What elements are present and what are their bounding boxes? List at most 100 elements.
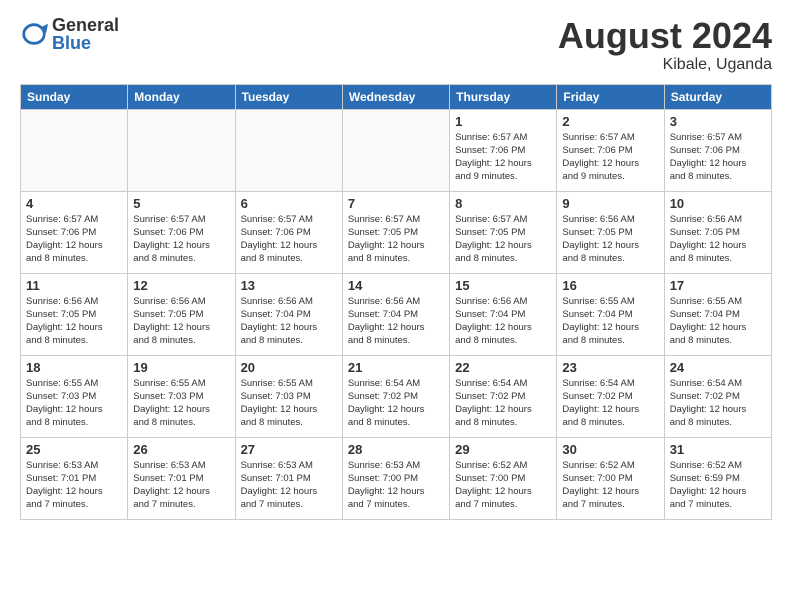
table-row: 6 Sunrise: 6:57 AM Sunset: 7:06 PM Daylig… (235, 191, 342, 273)
col-thursday: Thursday (450, 84, 557, 109)
day-number: 6 (241, 196, 337, 211)
table-row: 13Sunrise: 6:56 AM Sunset: 7:04 PM Dayli… (235, 273, 342, 355)
day-number: 1 (455, 114, 551, 129)
table-row: 12 Sunrise: 6:56 AM Sunset: 7:05 PM Dayli… (128, 273, 235, 355)
day-info: Sunrise: 6:56 AM Sunset: 7:04 PM Dayligh… (455, 295, 551, 348)
day-number: 7 (348, 196, 444, 211)
day-info: Sunrise: 6:56 AM Sunset: 7:04 PM Dayligh… (348, 295, 444, 348)
day-info: Sunrise: 6:57 AM Sunset: 7:05 PM Dayligh… (455, 213, 551, 266)
day-number: 24 (670, 360, 766, 375)
table-row (235, 109, 342, 191)
day-info: Sunrise: 6:55 AM Sunset: 7:03 PM Dayligh… (26, 377, 122, 430)
day-number: 19 (133, 360, 229, 375)
day-info: Sunrise: 6:56 AM Sunset: 7:05 PM Dayligh… (562, 213, 658, 266)
main-title: August 2024 (558, 16, 772, 56)
day-info: Sunrise: 6:56 AM Sunset: 7:05 PM Dayligh… (26, 295, 122, 348)
day-info: Sunrise: 6:52 AM Sunset: 7:00 PM Dayligh… (562, 459, 658, 512)
table-row (128, 109, 235, 191)
day-info: Sunrise: 6:55 AM Sunset: 7:03 PM Dayligh… (133, 377, 229, 430)
calendar-table: Sunday Monday Tuesday Wednesday Thursday… (20, 84, 772, 520)
table-row: 18Sunrise: 6:55 AM Sunset: 7:03 PM Dayli… (21, 355, 128, 437)
table-row: 7Sunrise: 6:57 AM Sunset: 7:05 PM Daylig… (342, 191, 449, 273)
table-row: 29 Sunrise: 6:52 AM Sunset: 7:00 PM Dayli… (450, 437, 557, 519)
day-info: Sunrise: 6:57 AM Sunset: 7:06 PM Dayligh… (455, 131, 551, 184)
table-row: 2Sunrise: 6:57 AM Sunset: 7:06 PM Daylig… (557, 109, 664, 191)
day-info: Sunrise: 6:54 AM Sunset: 7:02 PM Dayligh… (670, 377, 766, 430)
day-info: Sunrise: 6:56 AM Sunset: 7:05 PM Dayligh… (133, 295, 229, 348)
table-row (21, 109, 128, 191)
day-number: 22 (455, 360, 551, 375)
day-info: Sunrise: 6:55 AM Sunset: 7:04 PM Dayligh… (670, 295, 766, 348)
day-number: 12 (133, 278, 229, 293)
day-info: Sunrise: 6:57 AM Sunset: 7:06 PM Dayligh… (241, 213, 337, 266)
day-number: 27 (241, 442, 337, 457)
day-number: 16 (562, 278, 658, 293)
day-number: 29 (455, 442, 551, 457)
logo-blue: Blue (52, 34, 119, 52)
day-info: Sunrise: 6:54 AM Sunset: 7:02 PM Dayligh… (455, 377, 551, 430)
day-number: 28 (348, 442, 444, 457)
day-info: Sunrise: 6:56 AM Sunset: 7:05 PM Dayligh… (670, 213, 766, 266)
day-info: Sunrise: 6:53 AM Sunset: 7:01 PM Dayligh… (26, 459, 122, 512)
table-row: 11 Sunrise: 6:56 AM Sunset: 7:05 PM Dayli… (21, 273, 128, 355)
title-block: August 2024 Kibale, Uganda (558, 16, 772, 74)
col-friday: Friday (557, 84, 664, 109)
table-row: 31 Sunrise: 6:52 AM Sunset: 6:59 PM Dayli… (664, 437, 771, 519)
day-number: 25 (26, 442, 122, 457)
header-row: Sunday Monday Tuesday Wednesday Thursday… (21, 84, 772, 109)
calendar-week-row: 11 Sunrise: 6:56 AM Sunset: 7:05 PM Dayli… (21, 273, 772, 355)
col-tuesday: Tuesday (235, 84, 342, 109)
day-number: 10 (670, 196, 766, 211)
day-info: Sunrise: 6:52 AM Sunset: 6:59 PM Dayligh… (670, 459, 766, 512)
table-row: 4Sunrise: 6:57 AM Sunset: 7:06 PM Daylig… (21, 191, 128, 273)
day-info: Sunrise: 6:53 AM Sunset: 7:00 PM Dayligh… (348, 459, 444, 512)
day-number: 13 (241, 278, 337, 293)
table-row: 25 Sunrise: 6:53 AM Sunset: 7:01 PM Dayli… (21, 437, 128, 519)
day-number: 30 (562, 442, 658, 457)
day-number: 9 (562, 196, 658, 211)
table-row: 10 Sunrise: 6:56 AM Sunset: 7:05 PM Dayli… (664, 191, 771, 273)
table-row: 8Sunrise: 6:57 AM Sunset: 7:05 PM Daylig… (450, 191, 557, 273)
day-info: Sunrise: 6:57 AM Sunset: 7:06 PM Dayligh… (133, 213, 229, 266)
day-info: Sunrise: 6:55 AM Sunset: 7:03 PM Dayligh… (241, 377, 337, 430)
table-row: 3Sunrise: 6:57 AM Sunset: 7:06 PM Daylig… (664, 109, 771, 191)
calendar-body: 1 Sunrise: 6:57 AM Sunset: 7:06 PM Daylig… (21, 109, 772, 519)
table-row: 24 Sunrise: 6:54 AM Sunset: 7:02 PM Dayli… (664, 355, 771, 437)
calendar-week-row: 1 Sunrise: 6:57 AM Sunset: 7:06 PM Daylig… (21, 109, 772, 191)
table-row: 15 Sunrise: 6:56 AM Sunset: 7:04 PM Dayli… (450, 273, 557, 355)
table-row: 28 Sunrise: 6:53 AM Sunset: 7:00 PM Dayli… (342, 437, 449, 519)
calendar-header: Sunday Monday Tuesday Wednesday Thursday… (21, 84, 772, 109)
logo-general: General (52, 16, 119, 34)
table-row: 16 Sunrise: 6:55 AM Sunset: 7:04 PM Dayli… (557, 273, 664, 355)
table-row (342, 109, 449, 191)
logo: General Blue (20, 16, 119, 52)
logo-icon (20, 20, 48, 48)
day-number: 31 (670, 442, 766, 457)
day-info: Sunrise: 6:54 AM Sunset: 7:02 PM Dayligh… (348, 377, 444, 430)
day-number: 5 (133, 196, 229, 211)
day-info: Sunrise: 6:55 AM Sunset: 7:04 PM Dayligh… (562, 295, 658, 348)
table-row: 26 Sunrise: 6:53 AM Sunset: 7:01 PM Dayli… (128, 437, 235, 519)
day-info: Sunrise: 6:53 AM Sunset: 7:01 PM Dayligh… (133, 459, 229, 512)
day-number: 20 (241, 360, 337, 375)
day-number: 23 (562, 360, 658, 375)
col-sunday: Sunday (21, 84, 128, 109)
header: General Blue August 2024 Kibale, Uganda (20, 16, 772, 74)
table-row: 5 Sunrise: 6:57 AM Sunset: 7:06 PM Daylig… (128, 191, 235, 273)
day-number: 14 (348, 278, 444, 293)
col-saturday: Saturday (664, 84, 771, 109)
table-row: 14 Sunrise: 6:56 AM Sunset: 7:04 PM Dayli… (342, 273, 449, 355)
table-row: 19 Sunrise: 6:55 AM Sunset: 7:03 PM Dayli… (128, 355, 235, 437)
table-row: 1 Sunrise: 6:57 AM Sunset: 7:06 PM Daylig… (450, 109, 557, 191)
table-row: 22 Sunrise: 6:54 AM Sunset: 7:02 PM Dayli… (450, 355, 557, 437)
day-number: 11 (26, 278, 122, 293)
table-row: 27Sunrise: 6:53 AM Sunset: 7:01 PM Dayli… (235, 437, 342, 519)
day-number: 26 (133, 442, 229, 457)
day-number: 15 (455, 278, 551, 293)
calendar-week-row: 25 Sunrise: 6:53 AM Sunset: 7:01 PM Dayli… (21, 437, 772, 519)
day-number: 21 (348, 360, 444, 375)
day-info: Sunrise: 6:52 AM Sunset: 7:00 PM Dayligh… (455, 459, 551, 512)
sub-title: Kibale, Uganda (558, 56, 772, 74)
table-row: 9 Sunrise: 6:56 AM Sunset: 7:05 PM Daylig… (557, 191, 664, 273)
table-row: 17Sunrise: 6:55 AM Sunset: 7:04 PM Dayli… (664, 273, 771, 355)
